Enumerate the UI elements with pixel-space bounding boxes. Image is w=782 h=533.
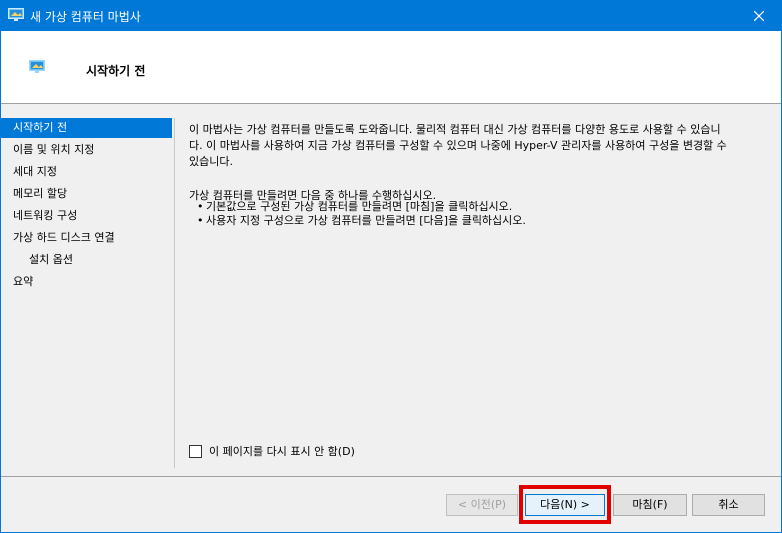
content-area: 이 마법사는 가상 컴퓨터를 만들도록 도와줍니다. 물리적 컴퓨터 대신 가상… (189, 122, 761, 227)
list-item: • 기본값으로 구성된 가상 컴퓨터를 만들려면 [마침]을 클릭하십시오. (197, 200, 513, 213)
window-title: 새 가상 컴퓨터 마법사 (30, 10, 141, 24)
intro-line-1: 이 마법사는 가상 컴퓨터를 만들도록 도와줍니다. 물리적 컴퓨터 대신 가상… (189, 123, 721, 136)
title-bar: 새 가상 컴퓨터 마법사 (0, 0, 782, 31)
nav-divider (174, 118, 175, 468)
nav-item-installation-options[interactable]: 설치 옵션 (1, 250, 172, 270)
wizard-footer: < 이전(P) 다음(N) > 마침(F) 취소 (1, 476, 781, 532)
intro-line-2: 다. 이 마법사를 사용하여 지금 가상 컴퓨터를 구성할 수 있으며 나중에 … (189, 139, 727, 152)
intro-line-3: 있습니다. (189, 155, 233, 168)
previous-button[interactable]: < 이전(P) (446, 494, 518, 516)
monitor-icon (29, 60, 45, 77)
cancel-button[interactable]: 취소 (692, 494, 765, 516)
nav-item-summary[interactable]: 요약 (1, 272, 172, 292)
nav-item-virtual-hard-disk[interactable]: 가상 하드 디스크 연결 (1, 228, 172, 248)
dont-show-again-checkbox[interactable] (189, 444, 202, 458)
dont-show-again-row[interactable]: 이 페이지를 다시 표시 안 함(D) (189, 443, 355, 459)
close-button[interactable] (736, 0, 782, 31)
list-item: • 사용자 지정 구성으로 가상 컴퓨터를 만들려면 [다음]을 클릭하십시오. (197, 214, 526, 227)
finish-button[interactable]: 마침(F) (613, 494, 687, 516)
nav-item-generation[interactable]: 세대 지정 (1, 162, 172, 182)
wizard-body: 시작하기 전 이름 및 위치 지정 세대 지정 메모리 할당 네트워킹 구성 가… (1, 104, 781, 476)
wizard-header: 시작하기 전 (1, 31, 781, 104)
close-icon (754, 10, 764, 21)
option-list: • 기본값으로 구성된 가상 컴퓨터를 만들려면 [마침]을 클릭하십시오. • 사… (197, 200, 526, 228)
nav-item-memory[interactable]: 메모리 할당 (1, 184, 172, 204)
nav-item-networking[interactable]: 네트워킹 구성 (1, 206, 172, 226)
nav-item-name-location[interactable]: 이름 및 위치 지정 (1, 140, 172, 160)
nav-item-before-you-begin[interactable]: 시작하기 전 (1, 118, 172, 138)
monitor-icon (8, 8, 24, 25)
page-title: 시작하기 전 (86, 64, 146, 78)
next-button[interactable]: 다음(N) > (525, 494, 605, 516)
dont-show-again-label: 이 페이지를 다시 표시 안 함(D) (209, 445, 355, 458)
